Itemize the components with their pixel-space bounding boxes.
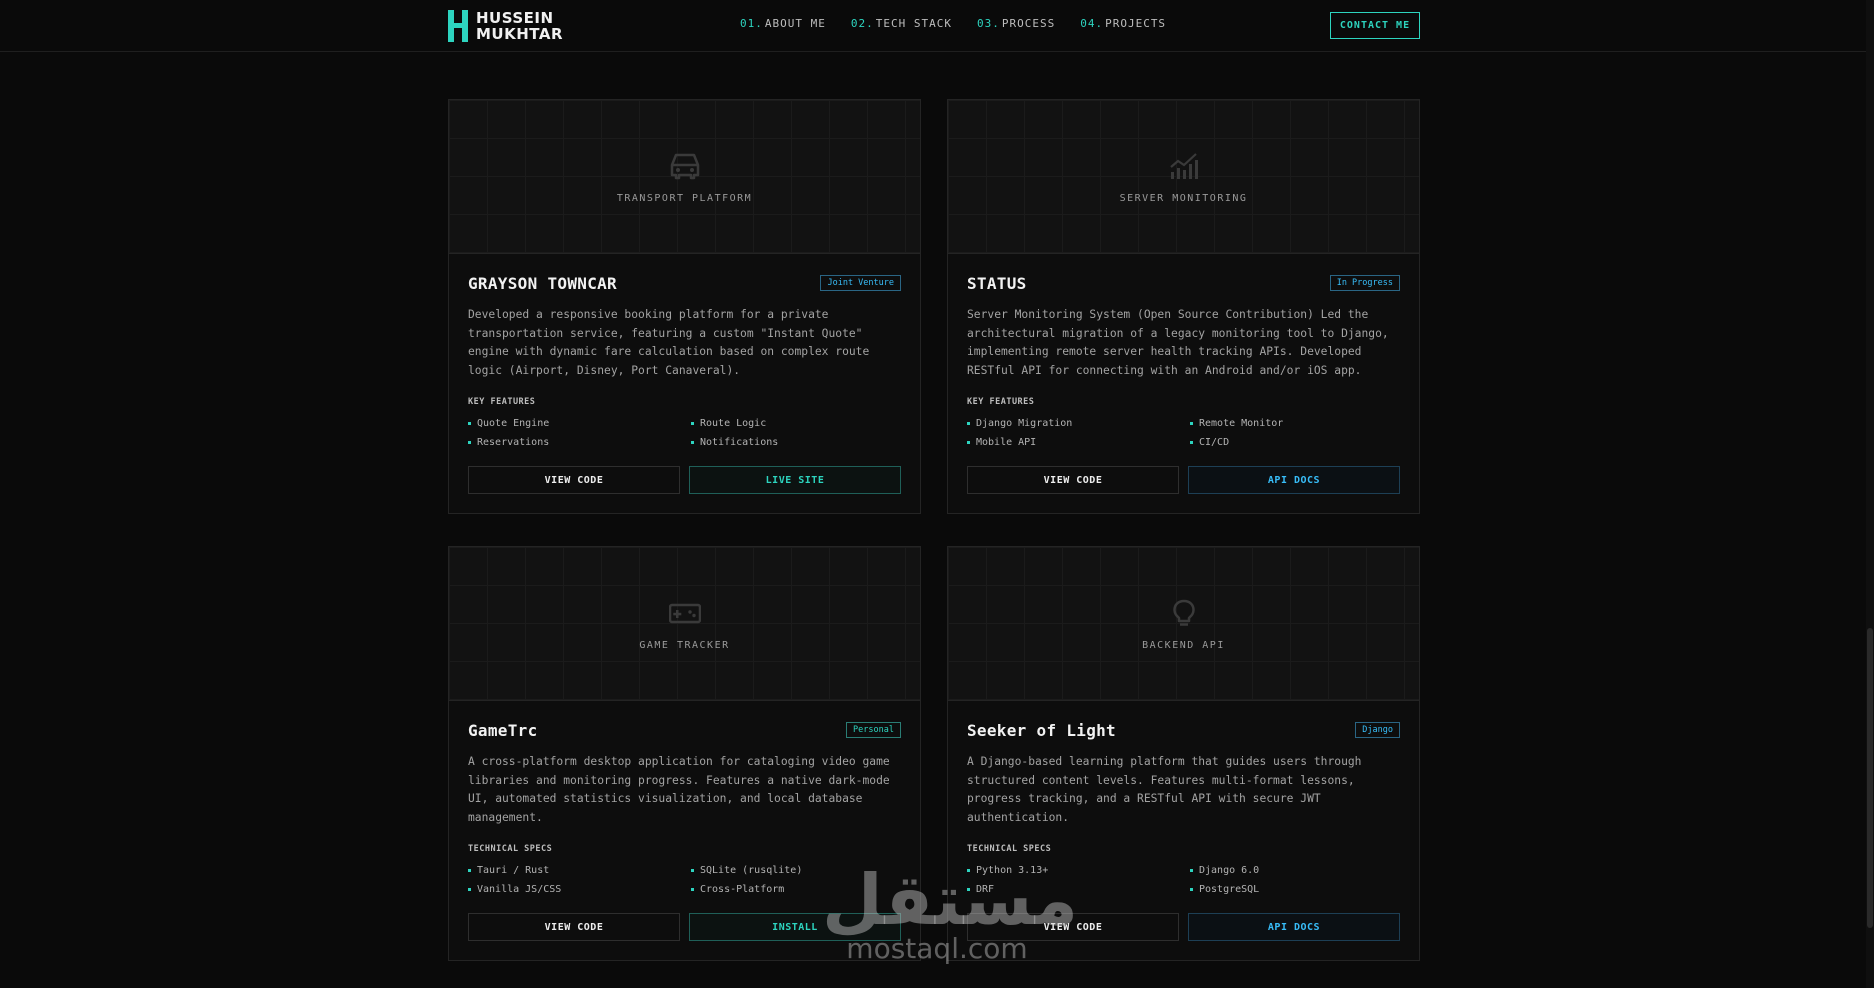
gamepad-icon — [668, 603, 701, 624]
card-body: GameTrc Personal A cross-platform deskto… — [449, 701, 920, 960]
feature-item: Notifications — [691, 434, 901, 450]
card-hero-label: SERVER MONITORING — [1119, 193, 1248, 204]
feature-item: Vanilla JS/CSS — [468, 881, 691, 897]
features-list: Python 3.13+ Django 6.0 DRF PostgreSQL — [967, 862, 1400, 897]
card-description: Developed a responsive booking platform … — [468, 308, 870, 377]
card-title: STATUS — [967, 273, 1027, 293]
card-hero-label: TRANSPORT PLATFORM — [616, 193, 753, 204]
site-header: HUSSEIN MUKHTAR 01. ABOUT ME 02. TECH STAC… — [0, 0, 1874, 52]
card-title: GameTrc — [468, 720, 538, 740]
features-heading: KEY FEATURES — [967, 397, 1035, 407]
project-card-status: SERVER MONITORING STATUS In Progress Ser… — [947, 99, 1420, 514]
card-description: A cross-platform desktop application for… — [468, 755, 890, 824]
logo[interactable]: HUSSEIN MUKHTAR — [448, 9, 563, 43]
nav-number: 01. — [740, 17, 763, 30]
card-hero-label: GAME TRACKER — [639, 640, 730, 651]
feature-item: Quote Engine — [468, 415, 691, 431]
card-hero-label: BACKEND API — [1142, 640, 1225, 651]
view-code-button[interactable]: VIEW CODE — [468, 466, 680, 494]
nav-about-me[interactable]: 01. ABOUT ME — [740, 17, 826, 30]
feature-item: DRF — [967, 881, 1190, 897]
card-title: Seeker of Light — [967, 720, 1116, 740]
nav-tech-stack[interactable]: 02. TECH STACK — [851, 17, 952, 30]
features-list: Tauri / Rust SQLite (rusqlite) Vanilla J… — [468, 862, 901, 897]
status-badge: Personal — [846, 722, 901, 738]
api-docs-button[interactable]: API DOCS — [1188, 466, 1400, 494]
feature-item: Route Logic — [691, 415, 901, 431]
features-list: Quote Engine Route Logic Reservations No… — [468, 415, 901, 450]
contact-me-button[interactable]: CONTACT ME — [1330, 12, 1420, 39]
logo-line-2: MUKHTAR — [476, 25, 564, 43]
lightbulb-icon — [1172, 599, 1195, 626]
live-site-button[interactable]: LIVE SITE — [689, 466, 901, 494]
feature-item: Reservations — [468, 434, 691, 450]
feature-item: Cross-Platform — [691, 881, 901, 897]
feature-item: Python 3.13+ — [967, 862, 1190, 878]
nav-label: ABOUT ME — [764, 17, 826, 30]
install-button[interactable]: INSTALL — [689, 913, 901, 941]
card-description: A Django-based learning platform that gu… — [967, 755, 1362, 824]
card-body: Seeker of Light Django A Django-based le… — [948, 701, 1419, 960]
view-code-button[interactable]: VIEW CODE — [468, 913, 680, 941]
view-code-button[interactable]: VIEW CODE — [967, 913, 1179, 941]
card-hero: SERVER MONITORING — [948, 100, 1419, 254]
status-badge: Joint Venture — [820, 275, 901, 291]
logo-line-1: HUSSEIN — [476, 9, 554, 27]
view-code-button[interactable]: VIEW CODE — [967, 466, 1179, 494]
project-card-gametrc: GAME TRACKER GameTrc Personal A cross-pl… — [448, 546, 921, 961]
feature-item: Remote Monitor — [1190, 415, 1400, 431]
status-badge: Django — [1355, 722, 1400, 738]
card-hero: GAME TRACKER — [449, 547, 920, 701]
status-badge: In Progress — [1329, 275, 1400, 291]
nav-label: PROJECTS — [1105, 17, 1167, 30]
feature-item: Django Migration — [967, 415, 1190, 431]
feature-item: Tauri / Rust — [468, 862, 691, 878]
api-docs-button[interactable]: API DOCS — [1188, 913, 1400, 941]
logo-text: HUSSEIN MUKHTAR — [476, 10, 563, 42]
car-icon — [670, 153, 699, 180]
features-heading: KEY FEATURES — [468, 397, 536, 407]
logo-mark-icon — [448, 10, 470, 42]
project-card-seeker-of-light: BACKEND API Seeker of Light Django A Dja… — [947, 546, 1420, 961]
nav-label: PROCESS — [1001, 17, 1056, 30]
nav-number: 04. — [1080, 17, 1104, 30]
features-list: Django Migration Remote Monitor Mobile A… — [967, 415, 1400, 450]
nav-projects[interactable]: 04. PROJECTS — [1080, 17, 1166, 30]
project-card-grayson-towncar: TRANSPORT PLATFORM GRAYSON TOWNCAR Joint… — [448, 99, 921, 514]
nav-number: 02. — [850, 17, 874, 30]
card-hero: TRANSPORT PLATFORM — [449, 100, 920, 254]
features-heading: TECHNICAL SPECS — [468, 844, 553, 854]
feature-item: PostgreSQL — [1190, 881, 1400, 897]
card-hero: BACKEND API — [948, 547, 1419, 701]
feature-item: Django 6.0 — [1190, 862, 1400, 878]
card-body: GRAYSON TOWNCAR Joint Venture Developed … — [449, 254, 920, 513]
feature-item: SQLite (rusqlite) — [691, 862, 901, 878]
card-body: STATUS In Progress Server Monitoring Sys… — [948, 254, 1419, 513]
card-description: Server Monitoring System (Open Source Co… — [967, 308, 1389, 377]
features-heading: TECHNICAL SPECS — [967, 844, 1052, 854]
main-nav: 01. ABOUT ME 02. TECH STACK 03. PROCESS 04.… — [740, 17, 1166, 30]
feature-item: Mobile API — [967, 434, 1190, 450]
scrollbar-thumb[interactable] — [1867, 628, 1873, 928]
chart-icon — [1169, 153, 1198, 179]
feature-item: CI/CD — [1190, 434, 1400, 450]
card-title: GRAYSON TOWNCAR — [468, 273, 617, 293]
nav-label: TECH STACK — [875, 17, 952, 30]
nav-number: 03. — [976, 17, 1000, 30]
nav-process[interactable]: 03. PROCESS — [977, 17, 1055, 30]
